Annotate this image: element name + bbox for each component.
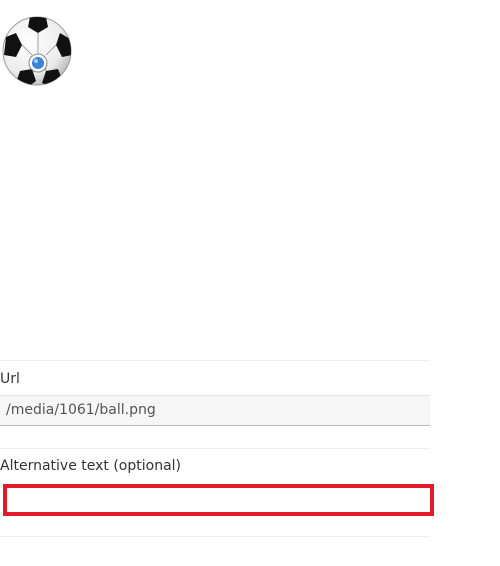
image-preview	[0, 0, 430, 340]
url-field[interactable]: /media/1061/ball.png	[0, 395, 430, 426]
alt-text-input[interactable]	[3, 484, 434, 516]
alt-text-label: Alternative text (optional)	[0, 458, 182, 474]
soccer-ball-icon	[2, 16, 72, 86]
url-label: Url	[0, 371, 20, 387]
image-properties-form: Url /media/1061/ball.png Alternative tex…	[0, 360, 430, 475]
divider	[0, 536, 430, 537]
